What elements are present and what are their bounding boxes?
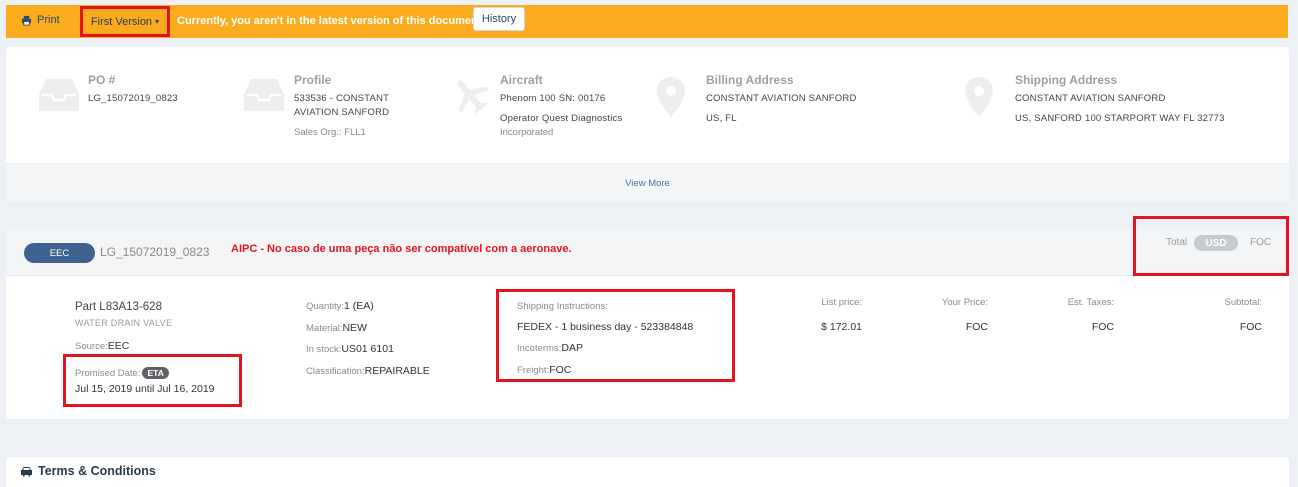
print-button[interactable]: Print <box>21 14 60 26</box>
freight-label: Freight: <box>517 365 550 376</box>
incoterms-label: Incoterms: <box>517 343 562 354</box>
aircraft-model: Phenom 100 SN: 00176 <box>500 93 606 104</box>
part-line: Part L83A13-628 <box>75 301 172 313</box>
eta-badge: ETA <box>142 367 169 379</box>
stock-label: In stock: <box>306 344 342 355</box>
aircraft-title: Aircraft <box>500 73 543 87</box>
po-block: PO # LG_15072019_0823 <box>88 73 178 106</box>
shipping-instructions-highlight: Shipping Instructions: FEDEX - 1 busines… <box>496 289 735 382</box>
currency-toggle[interactable]: USD <box>1194 235 1238 251</box>
classification-label: Classification: <box>306 365 365 377</box>
profile-line1: 533536 - CONSTANT <box>294 93 390 104</box>
total-highlight: Total USD FOC <box>1133 216 1289 276</box>
billing-line2: US, FL <box>706 113 737 124</box>
source-label: Source: <box>75 341 108 352</box>
source-line: Source:EEC <box>75 336 172 354</box>
subtotal-col: Subtotal: FOC <box>1225 297 1263 335</box>
freight-value: FOC <box>549 364 572 376</box>
billing-line1: CONSTANT AVIATION SANFORD <box>706 93 857 104</box>
shipping-line2: US, SANFORD 100 STARPORT WAY FL 32773 <box>1015 113 1225 124</box>
po-value: LG_15072019_0823 <box>88 93 178 104</box>
incoterms-value: DAP <box>561 342 583 354</box>
list-price-label: List price: <box>821 297 862 308</box>
billing-block: Billing Address CONSTANT AVIATION SANFOR… <box>706 73 857 126</box>
part-description: WATER DRAIN VALVE <box>75 318 173 328</box>
terms-title: Terms & Conditions <box>38 464 156 478</box>
total-label: Total <box>1166 237 1188 248</box>
order-header: EEC LG_15072019_0823 AIPC - No caso de u… <box>6 216 1289 276</box>
map-pin-icon <box>965 77 993 117</box>
terms-card: Terms & Conditions <box>6 457 1289 487</box>
po-title: PO # <box>88 73 116 87</box>
caret-down-icon: ▾ <box>155 17 160 26</box>
view-more-bar: View More <box>6 163 1289 202</box>
material-line: Material:NEW <box>306 317 430 339</box>
aircraft-block: Aircraft Phenom 100 SN: 00176 Operator Q… <box>500 73 622 140</box>
shipping-line1: CONSTANT AVIATION SANFORD <box>1015 93 1166 104</box>
taxes-col: Est. Taxes: FOC <box>1068 297 1114 335</box>
profile-title: Profile <box>294 73 332 87</box>
classification-line: Classification:REPAIRABLE <box>306 360 430 382</box>
promised-line: Promised Date: ETA <box>75 363 169 381</box>
part-info: Part L83A13-628 WATER DRAIN VALVE Source… <box>75 301 172 354</box>
version-toolbar: Print First Version ▾ Currently, you are… <box>6 5 1288 38</box>
incoterms-line: Incoterms:DAP <box>517 337 693 359</box>
stock-value: US01 6101 <box>341 343 394 355</box>
order-item-card: EEC LG_15072019_0823 AIPC - No caso de u… <box>6 216 1289 419</box>
promised-date-highlight: Promised Date: ETA Jul 15, 2019 until Jul… <box>63 354 242 407</box>
version-notice: Currently, you aren't in the latest vers… <box>177 15 485 27</box>
list-price-col: List price: $ 172.01 <box>821 297 862 335</box>
print-label: Print <box>37 14 60 26</box>
quantity-label: Quantity: <box>306 301 345 312</box>
subtotal-value: FOC <box>1239 321 1262 333</box>
profile-line2: AVIATION SANFORD <box>294 107 390 118</box>
terms-header[interactable]: Terms & Conditions <box>20 464 156 478</box>
view-more-link[interactable]: View More <box>625 178 670 189</box>
total-value: FOC <box>1250 237 1272 248</box>
order-id: LG_15072019_0823 <box>100 245 210 259</box>
classification-value: REPAIRABLE <box>364 364 430 377</box>
aircraft-operator-cont: Incorporated <box>500 127 554 138</box>
inbox-icon <box>244 79 284 111</box>
shipping-title: Shipping Address <box>1015 73 1118 87</box>
map-pin-icon <box>657 77 685 117</box>
subtotal-label: Subtotal: <box>1224 297 1263 308</box>
quantity-value: 1 (EA) <box>344 300 374 312</box>
shipping-block: Shipping Address CONSTANT AVIATION SANFO… <box>1015 73 1225 126</box>
car-icon <box>21 466 32 476</box>
promised-label: Promised Date: <box>75 368 141 379</box>
your-price-label: Your Price: <box>941 297 988 308</box>
promised-dates: Jul 15, 2019 until Jul 16, 2019 <box>75 383 215 395</box>
order-summary-card: PO # LG_15072019_0823 Profile 533536 - C… <box>6 47 1289 202</box>
profile-sales-org: Sales Org.: FLL1 <box>294 127 366 138</box>
version-select[interactable]: First Version ▾ <box>80 6 170 37</box>
stock-line: In stock:US01 6101 <box>306 338 430 360</box>
profile-block: Profile 533536 - CONSTANT AVIATION SANFO… <box>294 73 389 140</box>
version-select-label: First Version <box>90 15 153 28</box>
item-specs: Quantity:1 (EA) Material:NEW In stock:US… <box>306 295 430 381</box>
aipc-warning: AIPC - No caso de uma peça não ser compa… <box>231 243 572 255</box>
billing-title: Billing Address <box>706 73 794 87</box>
source-value: EEC <box>107 340 130 352</box>
history-button[interactable]: History <box>473 7 525 31</box>
ship-instr-label: Shipping Instructions: <box>517 301 608 312</box>
ship-instr-value: FEDEX - 1 business day - 523384848 <box>517 321 694 333</box>
airplane-icon <box>457 80 489 113</box>
print-icon <box>21 15 32 26</box>
material-label: Material: <box>306 322 343 334</box>
list-price-value: $ 172.01 <box>821 321 862 333</box>
your-price-col: Your Price: FOC <box>942 297 988 335</box>
taxes-value: FOC <box>1091 321 1114 333</box>
quantity-line: Quantity:1 (EA) <box>306 295 430 317</box>
material-value: NEW <box>342 321 367 334</box>
freight-line: Freight:FOC <box>517 359 693 381</box>
aircraft-operator: Operator Quest Diagnostics <box>500 113 623 124</box>
part-label: Part <box>75 301 97 313</box>
company-badge: EEC <box>24 243 95 263</box>
your-price-value: FOC <box>965 321 988 333</box>
part-number: L83A13-628 <box>99 301 162 313</box>
taxes-label: Est. Taxes: <box>1067 297 1114 308</box>
inbox-icon <box>39 79 79 111</box>
